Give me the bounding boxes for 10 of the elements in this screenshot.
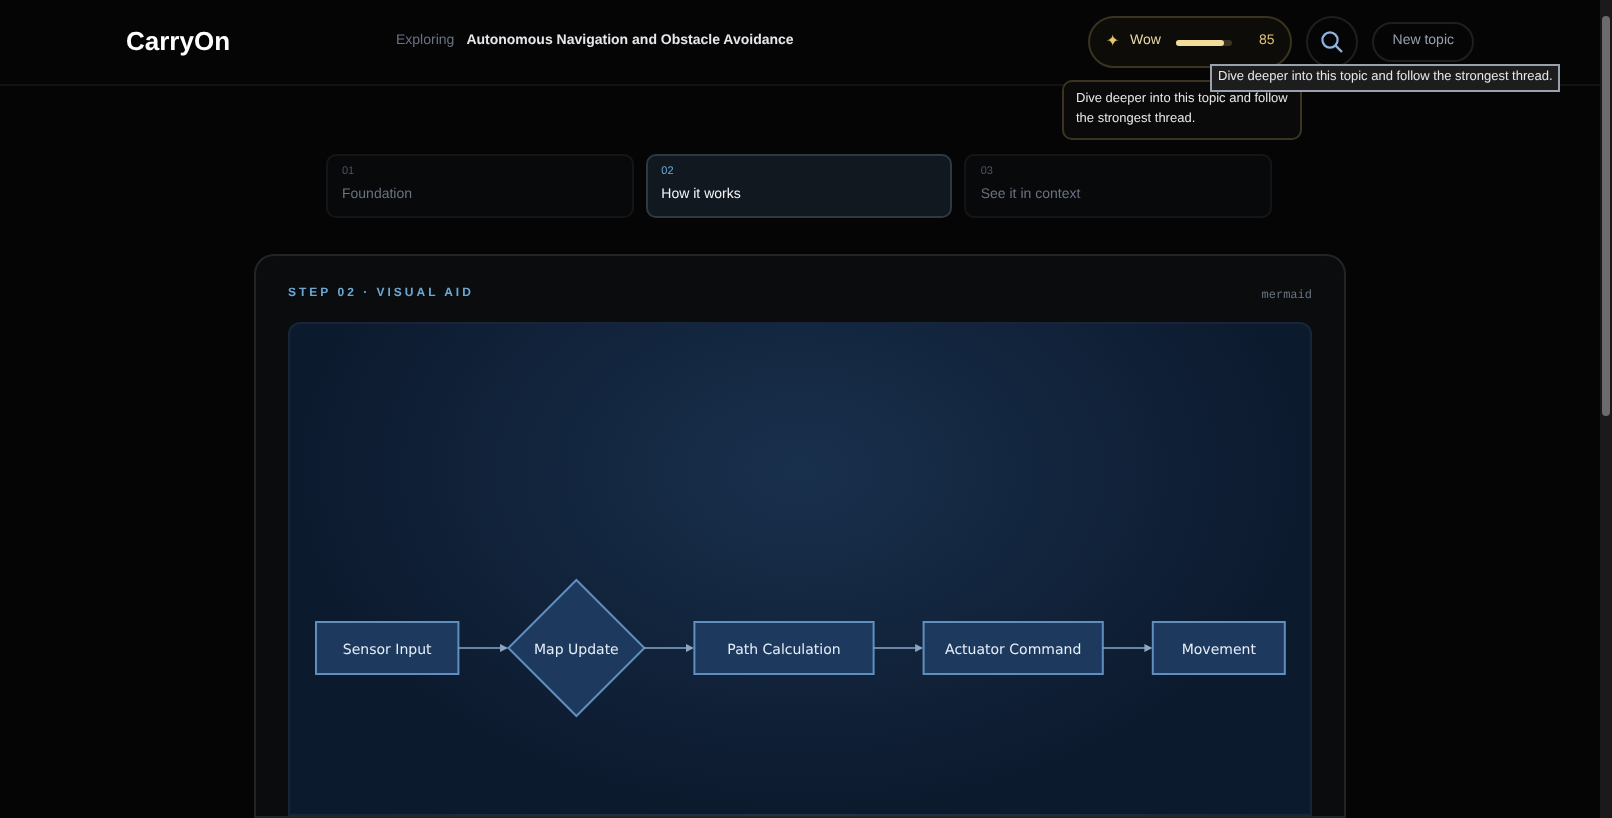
arrow <box>1102 644 1153 652</box>
scrollbar[interactable] <box>1600 0 1612 818</box>
search-icon <box>1320 30 1345 54</box>
logo[interactable]: CarryOn <box>126 22 396 62</box>
process-node <box>1151 621 1286 675</box>
sparkle-icon: ✦ <box>1106 30 1121 54</box>
arrow <box>643 644 694 652</box>
decision-node <box>507 578 646 718</box>
arrow <box>872 644 924 652</box>
arrow <box>457 644 508 652</box>
